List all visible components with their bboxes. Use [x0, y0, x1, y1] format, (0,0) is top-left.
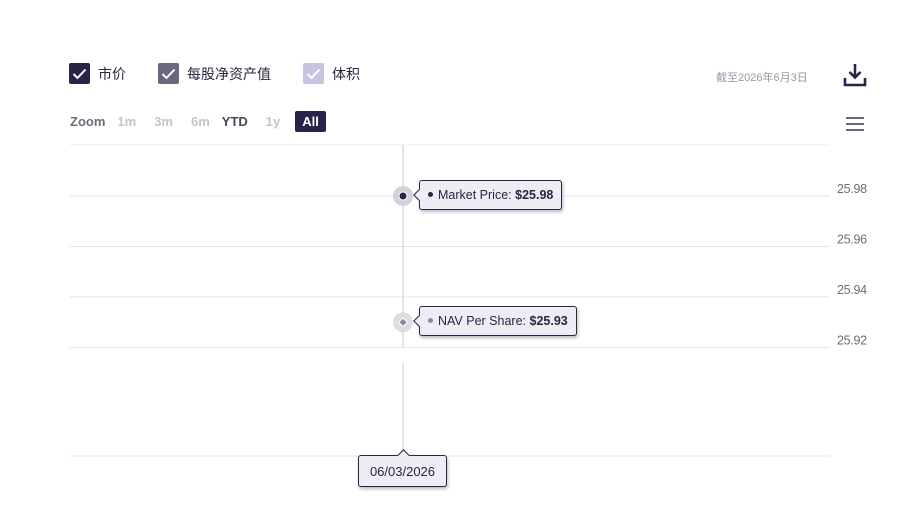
- tooltip-date-label: 06/03/2026: [369, 463, 436, 479]
- market-price-dot-icon: [428, 192, 433, 198]
- tooltip-market-price-name: Market Price:: [438, 188, 512, 202]
- y-tick-label: 25.96: [837, 233, 867, 247]
- nav-dot-icon: [428, 318, 433, 324]
- tooltip-date: 06/03/2026: [358, 449, 447, 487]
- y-tick-label: 25.92: [837, 334, 867, 348]
- tooltip-nav-name: NAV Per Share:: [438, 314, 527, 328]
- y-tick-label: 25.98: [837, 182, 867, 196]
- market-price-point: [398, 191, 408, 201]
- tooltip-market-price: Market Price: $25.98: [413, 180, 563, 210]
- y-tick-label: 25.94: [837, 283, 867, 297]
- tooltip-market-price-value: $25.98: [515, 188, 554, 202]
- price-chart: 25.98 25.96 25.94 25.92: [70, 144, 867, 457]
- tooltip-nav: NAV Per Share: $25.93: [413, 306, 577, 336]
- tooltip-nav-value: $25.93: [529, 314, 568, 328]
